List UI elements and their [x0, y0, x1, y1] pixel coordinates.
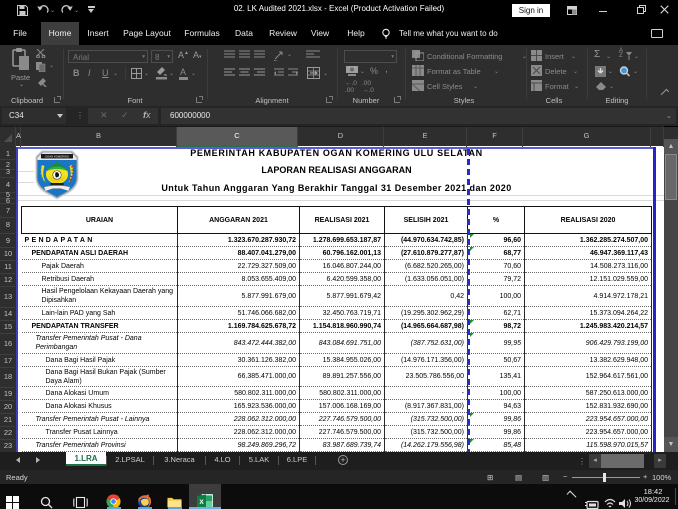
- svg-text:X: X: [199, 499, 204, 506]
- svg-text:OGAN KOMERING: OGAN KOMERING: [45, 155, 69, 159]
